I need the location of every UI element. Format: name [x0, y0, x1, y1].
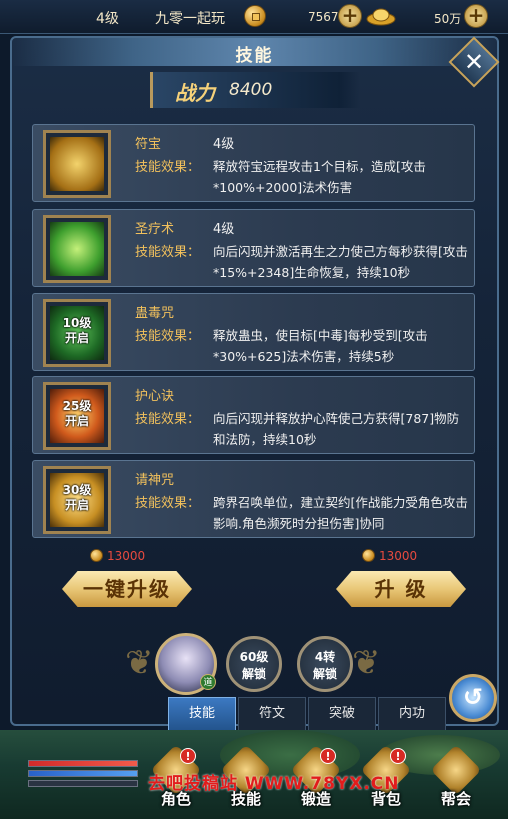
combat-power-banner: 战力 8400 — [150, 72, 360, 108]
skill-row-shengliaoshu[interactable]: 圣疗术 4级 技能效果： 向后闪现并激活再生之力使己方每秒获得[攻击*15%+2… — [32, 209, 475, 287]
alert-badge: ! — [180, 748, 196, 764]
watermark: 去吧投稿站 WWW.78YX.CN — [148, 774, 400, 794]
menu-guild[interactable]: 帮会 — [428, 744, 484, 810]
mp-bar — [28, 770, 138, 777]
skill-effect: 向后闪现并释放护心阵使己方获得[787]物防和法防，持续10秒 — [213, 411, 460, 447]
tab-skills[interactable]: 技能 — [168, 697, 236, 731]
upgrade-button[interactable]: 升 级 — [336, 571, 466, 607]
close-icon: ✕ — [463, 48, 485, 76]
coin-icon — [244, 5, 266, 27]
skill-effect: 向后闪现并激活再生之力使己方每秒获得[攻击*15%+2348]生命恢复，持续10… — [213, 244, 468, 280]
cost-coin-icon — [90, 549, 103, 562]
skill-effect-label: 技能效果： — [135, 496, 201, 511]
status-bars — [28, 760, 143, 788]
hp-bar — [28, 760, 138, 767]
player-name: 九零一起玩 — [155, 11, 225, 27]
skill-effect-label: 技能效果： — [135, 329, 201, 344]
back-arrow-icon: ↺ — [462, 683, 484, 711]
combat-power-label: 战力 — [175, 81, 215, 105]
tab-runes[interactable]: 符文 — [238, 697, 306, 731]
add-ingots-button[interactable]: + — [464, 4, 488, 28]
exp-bar — [28, 780, 138, 787]
skill-icon-frame — [43, 215, 111, 283]
class-badge: 道 — [200, 674, 216, 690]
one-key-upgrade-button[interactable]: 一键升级 — [62, 571, 192, 607]
skill-level: 4级 — [213, 137, 235, 152]
avatar[interactable]: 道 — [155, 633, 217, 695]
skill-name: 符宝 — [135, 137, 162, 152]
skill-unlock-level: 25级 开启 — [62, 399, 92, 428]
skill-unlock-level: 30级 开启 — [62, 483, 92, 512]
cost-coin-icon — [362, 549, 375, 562]
skill-effect-label: 技能效果： — [135, 160, 201, 175]
skill-name: 护心诀 — [135, 389, 175, 404]
unlock-4zhuan-button[interactable]: 4转 解锁 — [297, 636, 353, 692]
alert-badge: ! — [390, 748, 406, 764]
skill-icon-frame: 30级 开启 — [43, 466, 111, 534]
skill-effect: 跨界召唤单位，建立契约[作战能力受角色攻击影响.角色濒死时分担伤害]协同 — [213, 495, 468, 531]
skill-icon-frame — [43, 130, 111, 198]
coin-amount: 7567 — [308, 10, 339, 24]
right-ornament: ❦ — [352, 643, 381, 683]
skill-row-qingshenzhou[interactable]: 30级 开启 请神咒 技能效果： 跨界召唤单位，建立契约[作战能力受角色攻击影响… — [32, 460, 475, 538]
back-button[interactable]: ↺ — [449, 674, 497, 722]
menu-label: 帮会 — [440, 790, 471, 808]
talisman-icon — [50, 137, 104, 191]
skill-name: 请神咒 — [135, 473, 175, 488]
skill-effect-label: 技能效果： — [135, 412, 201, 427]
skill-effect: 释放符宝远程攻击1个目标，造成[攻击*100%+2000]法术伤害 — [213, 159, 426, 195]
one-key-upgrade-cost: 13000 — [107, 549, 146, 563]
tab-breakthrough[interactable]: 突破 — [308, 697, 376, 731]
skill-name: 蛊毒咒 — [135, 306, 175, 321]
skill-level: 4级 — [213, 222, 235, 237]
skill-row-guduzhou[interactable]: 10级 开启 蛊毒咒 技能效果： 释放蛊虫，使目标[中毒]每秒受到[攻击*30%… — [32, 293, 475, 371]
add-coins-button[interactable]: + — [338, 4, 362, 28]
unlock-60-button[interactable]: 60级 解锁 — [226, 636, 282, 692]
ingot-icon — [366, 8, 396, 26]
skill-row-huxinjue[interactable]: 25级 开启 护心诀 技能效果： 向后闪现并释放护心阵使己方获得[787]物防和… — [32, 376, 475, 454]
upgrade-cost: 13000 — [379, 549, 418, 563]
skill-row-fubao[interactable]: 符宝 4级 技能效果： 释放符宝远程攻击1个目标，造成[攻击*100%+2000… — [32, 124, 475, 202]
combat-power-value: 8400 — [229, 80, 273, 100]
skill-icon-frame: 10级 开启 — [43, 299, 111, 367]
skill-icon-frame: 25级 开启 — [43, 382, 111, 450]
skill-unlock-level: 10级 开启 — [62, 316, 92, 345]
skill-name: 圣疗术 — [135, 222, 175, 237]
skill-effect-label: 技能效果： — [135, 245, 201, 260]
tab-inner-power[interactable]: 内功 — [378, 697, 446, 731]
top-status-bar: 4级 九零一起玩 7567 + 50万 + — [0, 0, 508, 34]
heal-icon — [50, 222, 104, 276]
ingot-amount: 50万 — [434, 12, 462, 26]
skill-effect: 释放蛊虫，使目标[中毒]每秒受到[攻击*30%+625]法术伤害，持续5秒 — [213, 328, 428, 364]
player-level: 4级 — [96, 11, 119, 27]
alert-badge: ! — [320, 748, 336, 764]
panel-title: 技能 — [235, 46, 274, 66]
